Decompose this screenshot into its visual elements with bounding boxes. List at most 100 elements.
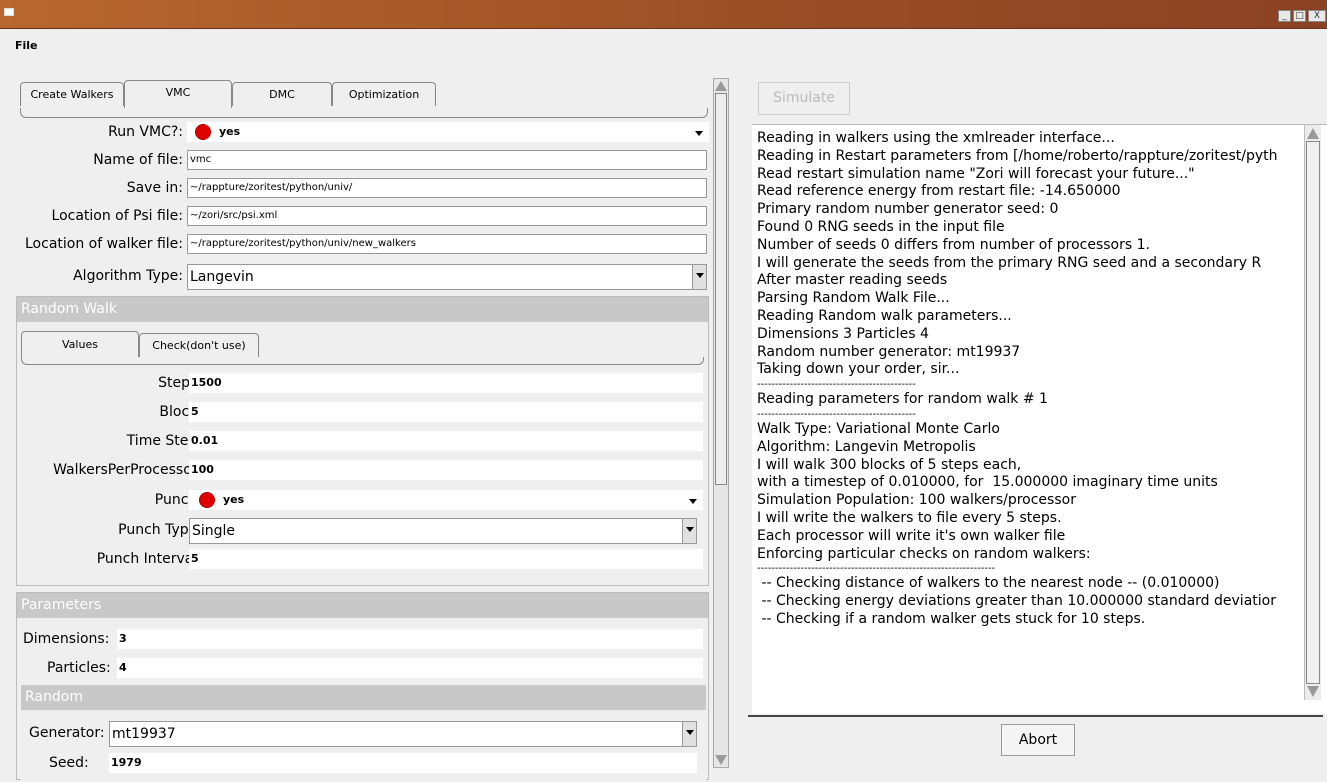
timestep-value: 0.01 [191,434,219,447]
run-vmc-select[interactable]: yes [187,122,709,142]
menu-bar: File [0,30,1327,60]
output-separator [748,715,1323,717]
walker-file-input[interactable]: ~/rappture/zoritest/python/univ/new_walk… [187,234,707,254]
output-line: Walk Type: Variational Monte Carlo [757,420,1000,437]
seed-label: Seed: [49,755,89,771]
output-line: Reading Random walk parameters... [757,307,1012,324]
generator-select[interactable]: mt19937 [109,721,697,747]
output-line: Found 0 RNG seeds in the input file [757,218,1005,235]
run-vmc-row: Run VMC?: yes [0,120,712,144]
output-line: ----------------------------------------… [757,563,996,575]
algorithm-select[interactable]: Langevin [187,264,707,290]
tab-bar: Create Walkers VMC DMC Optimization [20,74,708,120]
output-line: -- Checking distance of walkers to the n… [757,575,1220,592]
red-indicator-icon [199,492,215,508]
dimensions-label: Dimensions: [23,631,110,647]
output-scroll-thumb[interactable] [1306,141,1320,684]
name-input[interactable]: vmc [187,150,707,170]
generator-value: mt19937 [112,726,176,742]
output-line: Read restart simulation name "Zori will … [757,165,1195,182]
subtab-check[interactable]: Check(don't use) [139,333,259,357]
seed-row: Seed: 1979 [21,751,706,775]
output-line: Simulation Population: 100 walkers/proce… [757,492,1076,509]
psi-input[interactable]: ~/zori/src/psi.xml [187,206,707,226]
tab-optimization[interactable]: Optimization [332,82,436,106]
dimensions-row: Dimensions: 3 [17,627,707,651]
output-line: I will walk 300 blocks of 5 steps each, [757,456,1022,473]
tab-underline [20,108,708,118]
output-panel: Simulate Reading in walkers using the xm… [748,72,1327,780]
abort-button[interactable]: Abort [1001,724,1075,756]
scroll-down-icon[interactable] [715,755,727,765]
parameters-header: Parameters [17,593,708,618]
walker-file-label: Location of walker file: [25,236,183,252]
scroll-thumb[interactable] [715,93,727,485]
timestep-input[interactable]: 0.01 [189,431,703,451]
output-line: Reading parameters for random walk # 1 [757,391,1048,408]
algorithm-label: Algorithm Type: [73,268,183,284]
simulate-button[interactable]: Simulate [758,82,850,115]
random-walk-section: Random Walk Values Check(don't use) Step… [16,296,709,586]
walker-file-row: Location of walker file: ~/rappture/zori… [0,232,712,256]
seed-input[interactable]: 1979 [109,753,697,773]
steps-row: Steps: 1500 [17,371,707,395]
save-input[interactable]: ~/rappture/zoritest/python/univ/ [187,178,707,198]
save-row: Save in: ~/rappture/zoritest/python/univ… [0,176,712,200]
minimize-button[interactable]: _ [1278,10,1291,22]
run-vmc-value: yes [219,125,241,138]
wpp-label: WalkersPerProcessor: [53,462,202,478]
random-walk-subtabs: Values Check(don't use) [21,331,704,367]
output-line: Dimensions 3 Particles 4 [757,325,929,342]
block-input[interactable]: 5 [189,402,703,422]
output-line: Parsing Random Walk File... [757,290,950,307]
random-header: Random [21,685,706,710]
output-line: Enforcing particular checks on random wa… [757,545,1091,562]
subtab-values[interactable]: Values [21,331,139,357]
input-scrollbar[interactable] [713,78,729,768]
parameters-section: Parameters Dimensions: 3 Particles: 4 Ra… [16,592,709,780]
steps-input[interactable]: 1500 [189,373,703,393]
tab-vmc[interactable]: VMC [124,80,232,108]
output-scrollbar[interactable] [1304,125,1321,700]
output-line: -- Checking energy deviations greater th… [757,593,1276,610]
chevron-down-icon[interactable] [682,722,696,746]
steps-value: 1500 [191,376,222,389]
chevron-down-icon[interactable] [692,265,706,289]
scroll-up-icon[interactable] [1307,128,1319,139]
chevron-down-icon [695,131,703,136]
tab-create-walkers[interactable]: Create Walkers [20,82,124,106]
dimensions-input[interactable]: 3 [117,629,703,649]
punch-type-row: Punch Type: Single [17,516,707,544]
wpp-input[interactable]: 100 [189,460,703,480]
punch-interval-row: Punch Interval: 5 [17,547,707,571]
dimensions-value: 3 [119,632,127,645]
output-line: Number of seeds 0 differs from number of… [757,236,1150,253]
psi-row: Location of Psi file: ~/zori/src/psi.xml [0,204,712,228]
output-line: ----------------------------------------… [757,408,916,420]
maximize-button[interactable]: □ [1293,10,1306,22]
chevron-down-icon[interactable] [682,519,696,543]
punch-interval-value: 5 [191,552,199,565]
run-vmc-label: Run VMC?: [108,124,183,140]
particles-label: Particles: [47,660,111,676]
particles-input[interactable]: 4 [117,658,703,678]
punch-row: Punch: yes [17,488,707,512]
punch-select[interactable]: yes [189,490,703,510]
output-line: Reading in Restart parameters from [/hom… [757,147,1278,164]
output-line: After master reading seeds [757,272,948,289]
punch-interval-input[interactable]: 5 [189,549,703,569]
scroll-down-icon[interactable] [1307,686,1319,697]
psi-label: Location of Psi file: [51,208,183,224]
window-icon [4,8,14,16]
red-indicator-icon [195,124,211,140]
tab-dmc[interactable]: DMC [232,82,332,106]
output-line: Read reference energy from restart file:… [757,183,1121,200]
random-section: Random Generator: mt19937 Seed: 1979 [21,685,706,780]
punch-type-select[interactable]: Single [189,518,697,544]
scroll-up-icon[interactable] [715,81,727,91]
chevron-down-icon [689,499,697,504]
close-button[interactable]: X [1308,10,1326,22]
file-menu[interactable]: File [15,39,38,52]
output-line: Taking down your order, sir... [757,361,960,378]
output-line: ----------------------------------------… [757,379,916,391]
